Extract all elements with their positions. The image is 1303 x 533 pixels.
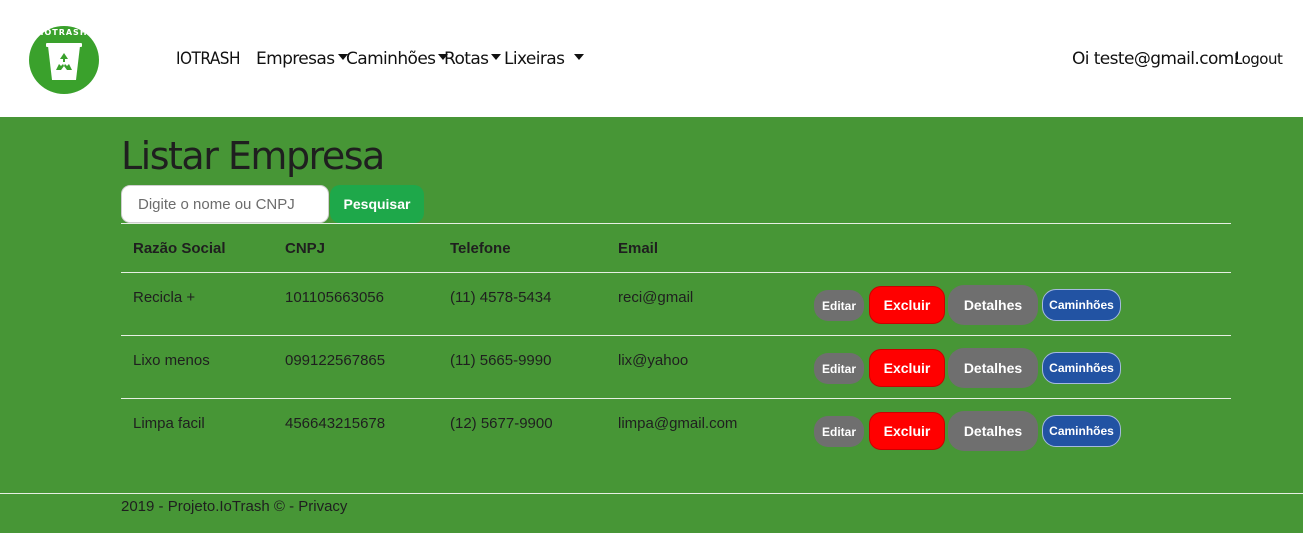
delete-button[interactable]: Excluir bbox=[869, 412, 945, 450]
cell-cnpj: 456643215678 bbox=[285, 415, 386, 432]
column-header-razao: Razão Social bbox=[133, 240, 226, 257]
search-input[interactable] bbox=[121, 185, 329, 223]
delete-button[interactable]: Excluir bbox=[869, 349, 945, 387]
column-header-cnpj: CNPJ bbox=[285, 240, 326, 257]
cell-razao: Limpa facil bbox=[133, 415, 205, 432]
nav-item-label: Empresas bbox=[256, 49, 335, 69]
footer: 2019 - Projeto.IoTrash © - Privacy bbox=[121, 498, 347, 515]
edit-button[interactable]: Editar bbox=[814, 353, 864, 384]
cell-cnpj: 099122567865 bbox=[285, 352, 386, 369]
nav-item-caminhoes[interactable]: Caminhões bbox=[346, 49, 449, 69]
trucks-button[interactable]: Caminhões bbox=[1042, 289, 1121, 321]
table-top-divider bbox=[121, 223, 1231, 224]
edit-button[interactable]: Editar bbox=[814, 290, 864, 321]
row-divider bbox=[121, 335, 1231, 336]
cell-razao: Recicla + bbox=[133, 289, 196, 306]
cell-telefone: (11) 4578-5434 bbox=[450, 289, 552, 306]
details-button[interactable]: Detalhes bbox=[948, 285, 1038, 325]
trucks-button[interactable]: Caminhões bbox=[1042, 415, 1121, 447]
row-divider bbox=[121, 272, 1231, 273]
nav-item-label: Lixeiras bbox=[504, 49, 565, 69]
details-button[interactable]: Detalhes bbox=[948, 411, 1038, 451]
user-greeting[interactable]: Oi teste@gmail.com! bbox=[1072, 49, 1241, 69]
page-title: Listar Empresa bbox=[121, 134, 385, 178]
cell-cnpj: 101105663056 bbox=[285, 289, 384, 306]
footer-copyright: 2019 - Projeto.IoTrash © - bbox=[121, 498, 299, 515]
cell-email: lix@yahoo bbox=[618, 352, 689, 369]
nav-item-lixeiras[interactable]: Lixeiras bbox=[504, 49, 585, 69]
logo-text: IOTRASH bbox=[40, 28, 88, 37]
nav-brand[interactable]: IOTRASH bbox=[176, 49, 241, 69]
cell-razao: Lixo menos bbox=[133, 352, 210, 369]
footer-divider bbox=[0, 493, 1303, 494]
privacy-link[interactable]: Privacy bbox=[298, 498, 347, 515]
delete-button[interactable]: Excluir bbox=[869, 286, 945, 324]
caret-down-icon bbox=[491, 54, 502, 60]
details-button[interactable]: Detalhes bbox=[948, 348, 1038, 388]
top-navbar: IOTRASH IOTRASH Empresas Caminhões Rotas… bbox=[0, 0, 1303, 117]
nav-item-label: Rotas bbox=[444, 49, 489, 69]
cell-email: limpa@gmail.com bbox=[618, 415, 738, 432]
iotrash-logo[interactable]: IOTRASH bbox=[29, 26, 99, 94]
nav-item-rotas[interactable]: Rotas bbox=[444, 49, 502, 69]
nav-item-label: Caminhões bbox=[346, 49, 436, 69]
row-divider bbox=[121, 398, 1231, 399]
caret-down-icon bbox=[574, 54, 585, 60]
logout-link[interactable]: Logout bbox=[1234, 50, 1283, 68]
nav-item-empresas[interactable]: Empresas bbox=[256, 49, 348, 69]
column-header-email: Email bbox=[618, 240, 659, 257]
recycle-bin-icon bbox=[46, 43, 82, 80]
column-header-telefone: Telefone bbox=[450, 240, 511, 257]
search-button[interactable]: Pesquisar bbox=[330, 185, 424, 223]
cell-telefone: (12) 5677-9900 bbox=[450, 415, 553, 432]
edit-button[interactable]: Editar bbox=[814, 416, 864, 447]
trucks-button[interactable]: Caminhões bbox=[1042, 352, 1121, 384]
cell-email: reci@gmail bbox=[618, 289, 694, 306]
cell-telefone: (11) 5665-9990 bbox=[450, 352, 552, 369]
